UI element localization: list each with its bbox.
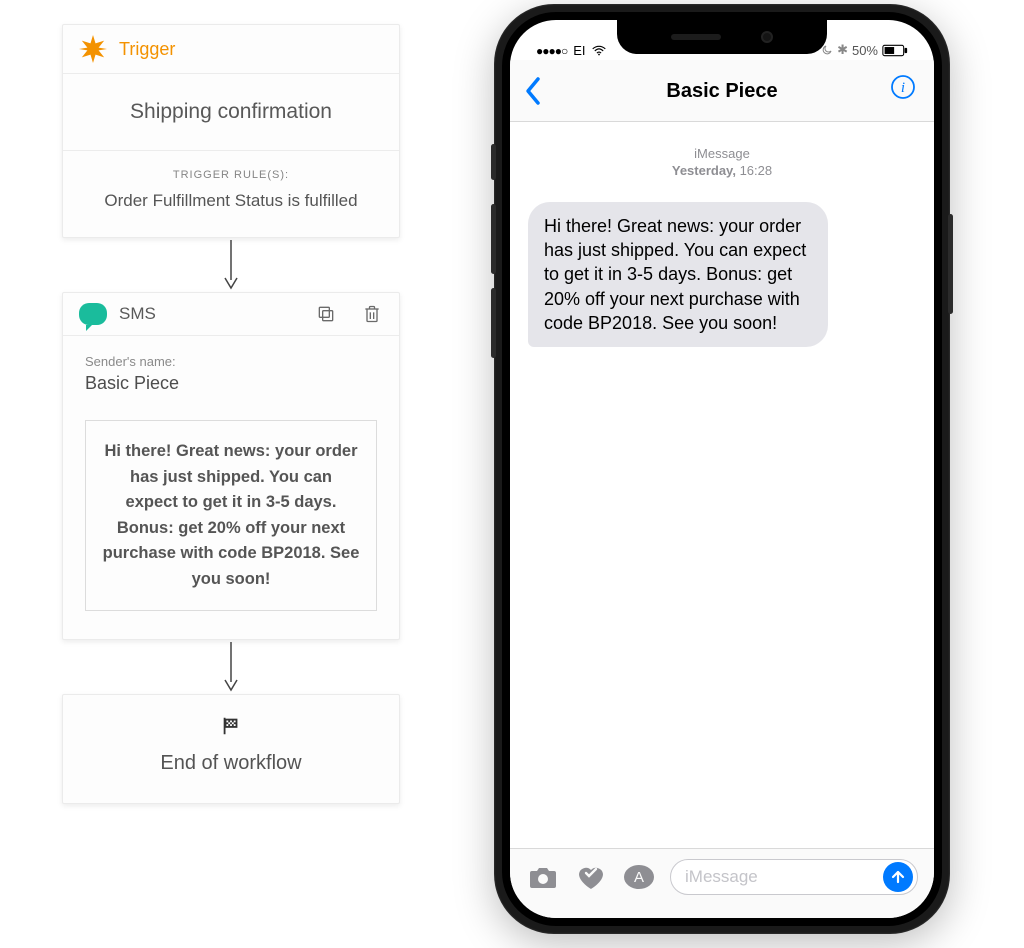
flag-icon [220, 715, 242, 742]
phone-screen: ●●●●○ EI 15:26 ✱ 50% [510, 20, 934, 918]
trigger-rules-label: TRIGGER RULE(S): [73, 169, 389, 181]
phone-mockup: ●●●●○ EI 15:26 ✱ 50% [494, 4, 950, 934]
conversation-title: Basic Piece [510, 66, 934, 103]
phone-mute-switch [491, 144, 496, 180]
bluetooth-icon: ✱ [837, 42, 848, 58]
sms-card[interactable]: SMS [62, 292, 400, 640]
phone-power-button [948, 214, 953, 314]
sender-value: Basic Piece [85, 373, 377, 394]
message-area[interactable]: iMessage Yesterday, 16:28 Hi there! Grea… [510, 122, 934, 347]
message-meta: iMessage Yesterday, 16:28 [528, 146, 916, 180]
delete-button[interactable] [361, 303, 383, 325]
phone-volume-down [491, 288, 496, 358]
info-button[interactable]: i [890, 74, 916, 105]
back-button[interactable] [524, 76, 542, 111]
compose-placeholder: iMessage [685, 867, 758, 887]
end-title: End of workflow [73, 752, 389, 775]
phone-notch [617, 20, 827, 54]
message-service: iMessage [528, 146, 916, 163]
appstore-icon[interactable]: A [622, 860, 656, 894]
trigger-card[interactable]: Trigger Shipping confirmation TRIGGER RU… [62, 24, 400, 238]
sms-message-body[interactable]: Hi there! Great news: your order has jus… [85, 420, 377, 611]
svg-text:A: A [634, 869, 644, 886]
trigger-card-header: Trigger [63, 25, 399, 74]
speech-bubble-icon [79, 303, 107, 325]
trigger-rule-text: Order Fulfillment Status is fulfilled [73, 191, 389, 211]
send-button[interactable] [883, 862, 913, 892]
connector-arrow [62, 238, 400, 292]
sender-label: Sender's name: [85, 354, 377, 369]
camera-icon[interactable] [526, 860, 560, 894]
trigger-header-label: Trigger [119, 39, 175, 60]
sms-card-header: SMS [63, 293, 399, 336]
carrier-label: EI [573, 43, 585, 58]
message-day: Yesterday, [672, 163, 736, 178]
trigger-title: Shipping confirmation [63, 74, 399, 151]
message-time: 16:28 [740, 163, 773, 178]
signal-dots-icon: ●●●●○ [536, 44, 567, 58]
heart-icon[interactable] [574, 860, 608, 894]
battery-icon [882, 44, 908, 57]
end-card: End of workflow [62, 694, 400, 804]
burst-icon [79, 35, 107, 63]
sms-header-label: SMS [119, 304, 156, 324]
nav-bar: Basic Piece i [510, 60, 934, 122]
svg-text:i: i [901, 80, 905, 96]
duplicate-button[interactable] [315, 303, 337, 325]
incoming-message-bubble[interactable]: Hi there! Great news: your order has jus… [528, 202, 828, 347]
battery-label: 50% [852, 43, 878, 58]
phone-volume-up [491, 204, 496, 274]
wifi-icon [592, 45, 606, 57]
connector-arrow [62, 640, 400, 694]
input-toolbar: A iMessage [510, 848, 934, 918]
workflow-column: Trigger Shipping confirmation TRIGGER RU… [62, 24, 400, 804]
compose-field[interactable]: iMessage [670, 859, 918, 895]
